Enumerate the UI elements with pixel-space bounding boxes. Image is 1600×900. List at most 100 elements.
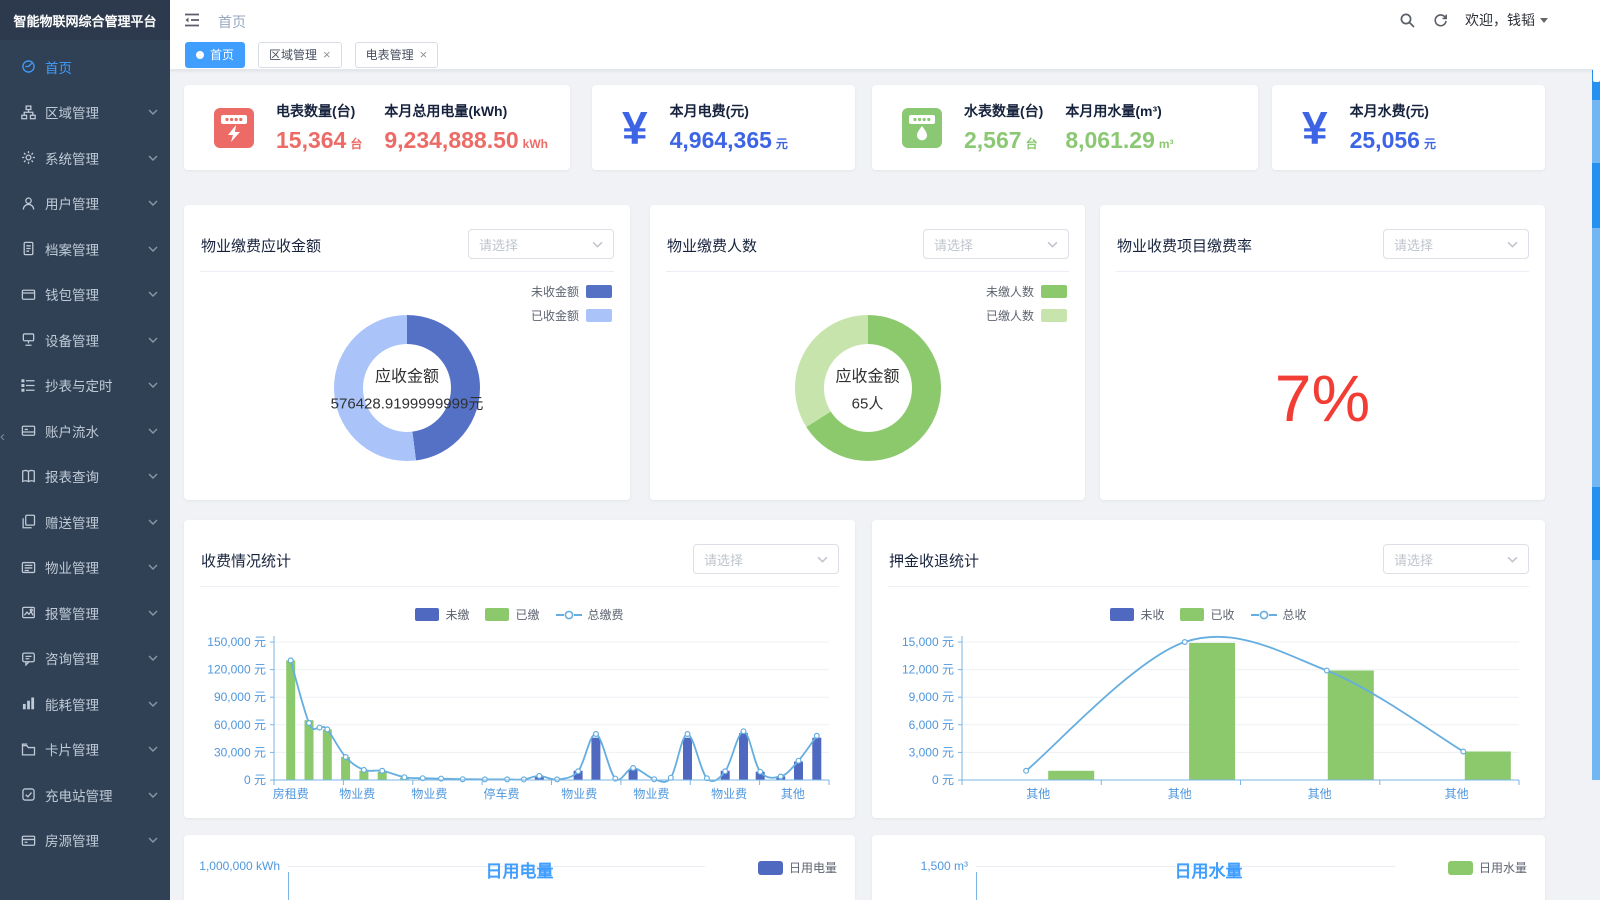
panel-filter-select[interactable]: 请选择 (923, 229, 1069, 259)
sidebar-item-cards[interactable]: 卡片管理 (0, 727, 170, 773)
svg-text:停车费: 停车费 (483, 786, 519, 801)
panel-deposit-stats: 押金收退统计 请选择未收已收 总收 0 元3,000 元6,000 元9,000 元1… (872, 520, 1545, 818)
stat-value: 2,567台 (964, 127, 1043, 154)
legend-item[interactable]: 未收 (1110, 606, 1164, 623)
stat-card-2: 水表数量(台)2,567台本月用水量(m³)8,061.29m³ (872, 85, 1258, 170)
panel-filter-select[interactable]: 请选择 (1383, 229, 1529, 259)
sidebar-item-wallet[interactable]: 钱包管理 (0, 272, 170, 318)
sidebar-item-property[interactable]: 物业管理 (0, 545, 170, 591)
legend-item[interactable]: 未收金额 (531, 283, 612, 300)
legend-item[interactable]: 未缴人数 (986, 283, 1067, 300)
panel-title: 押金收退统计 (889, 550, 979, 571)
sidebar-item-card[interactable]: 账户流水 (0, 408, 170, 454)
legend-label: 总收 (1283, 606, 1307, 623)
legend-item[interactable]: 日用水量 (1448, 859, 1527, 876)
active-tab-dot (196, 51, 204, 59)
chevron-down-icon (148, 246, 158, 252)
legend-item[interactable]: 未缴 (415, 606, 469, 623)
tab-close-icon[interactable]: × (420, 48, 428, 61)
sidebar-item-gear[interactable]: 系统管理 (0, 135, 170, 181)
sidebar-item-users[interactable]: 用户管理 (0, 181, 170, 227)
legend-item[interactable]: 已收 (1180, 606, 1234, 623)
sidebar-item-device[interactable]: 设备管理 (0, 317, 170, 363)
sidebar-item-report[interactable]: 报表查询 (0, 454, 170, 500)
stat-value: 4,964,365元 (670, 127, 788, 154)
legend-item[interactable]: 总缴费 (556, 606, 624, 623)
report-icon (21, 469, 36, 484)
chart-title: 日用水量 (872, 857, 1545, 882)
tab-view-1[interactable]: 区域管理 × (258, 42, 342, 68)
sidebar-toggle-icon[interactable] (182, 10, 202, 30)
tab-label: 首页 (210, 46, 234, 63)
tab-close-icon[interactable]: × (323, 48, 331, 61)
stat-value-unit: kWh (523, 137, 548, 151)
user-menu[interactable]: 欢迎，钱韬 (1465, 10, 1548, 30)
legend-item[interactable]: 已缴人数 (986, 307, 1067, 324)
sidebar-item-alarm[interactable]: 报警管理 (0, 590, 170, 636)
legend-line-icon (1251, 609, 1277, 621)
chevron-down-icon (1540, 18, 1548, 23)
panel-filter-select[interactable]: 请选择 (468, 229, 614, 259)
yuan-icon: ¥ (622, 105, 648, 151)
sidebar-item-label: 用户管理 (45, 193, 148, 213)
scroll-strip-segment (1592, 163, 1600, 228)
stat-value-unit: 台 (1026, 137, 1038, 151)
tab-home[interactable]: 首页 (185, 42, 245, 68)
sidebar-item-gift[interactable]: 赠送管理 (0, 499, 170, 545)
chevron-down-icon (148, 655, 158, 661)
chevron-down-icon (817, 556, 828, 563)
sidebar-item-label: 首页 (45, 57, 158, 77)
app-title: 智能物联网综合管理平台 (0, 0, 170, 40)
sidebar-item-energy[interactable]: 能耗管理 (0, 681, 170, 727)
chevron-down-icon (1047, 241, 1058, 248)
welcome-text: 欢迎，钱韬 (1465, 10, 1535, 30)
doc-icon (21, 241, 36, 256)
sidebar-item-doc[interactable]: 档案管理 (0, 226, 170, 272)
svg-text:90,000 元: 90,000 元 (214, 690, 266, 704)
sidebar-item-house[interactable]: 房源管理 (0, 818, 170, 864)
gear-icon (21, 150, 36, 165)
legend-item[interactable]: 已收金额 (531, 307, 612, 324)
app-root: 智能物联网综合管理平台 首页区域管理系统管理用户管理档案管理钱包管理设备管理抄表… (0, 0, 1600, 900)
cards-icon (21, 742, 36, 757)
sidebar-item-tree[interactable]: 区域管理 (0, 90, 170, 136)
stat-metric: 电表数量(台)15,364台 (276, 101, 362, 154)
stat-label: 电表数量(台) (276, 101, 362, 121)
sidebar-item-message[interactable]: 咨询管理 (0, 636, 170, 682)
tab-label: 区域管理 (269, 46, 317, 63)
legend-item[interactable]: 日用电量 (758, 859, 837, 876)
rate-value: 7% (1100, 360, 1545, 436)
tab-view-2[interactable]: 电表管理× (355, 42, 439, 68)
legend-label: 总缴费 (588, 606, 624, 623)
chevron-down-icon (148, 382, 158, 388)
svg-text:物业费: 物业费 (561, 787, 597, 801)
donut-center-label: 应收金额 (331, 363, 484, 387)
search-icon[interactable] (1399, 12, 1416, 29)
legend-item[interactable]: 总收 (1251, 606, 1307, 623)
legend-label: 已缴人数 (986, 307, 1034, 324)
house-icon (21, 833, 36, 848)
sidebar-item-label: 报警管理 (45, 603, 148, 623)
y-axis-line (288, 872, 289, 900)
sidebar-collapse-handle[interactable]: ‹ (0, 428, 5, 445)
chevron-down-icon (148, 564, 158, 570)
chart-legend: 未缴已缴 总缴费 (184, 606, 855, 623)
legend-swatch (1041, 285, 1067, 298)
stat-label: 本月水费(元) (1350, 101, 1436, 121)
chevron-down-icon (148, 337, 158, 343)
deposit-stats-chart: 0 元3,000 元6,000 元9,000 元12,000 元15,000 元… (888, 628, 1529, 812)
legend-label: 未缴 (445, 606, 469, 623)
main-content: 电表数量(台)15,364台本月总用电量(kWh)9,234,888.50kWh… (170, 70, 1600, 900)
svg-text:3,000 元: 3,000 元 (909, 745, 954, 759)
panel-filter-select[interactable]: 请选择 (1383, 544, 1529, 574)
panel-divider (1116, 271, 1529, 272)
sidebar-item-meterlist[interactable]: 抄表与定时 (0, 363, 170, 409)
sidebar-item-charge[interactable]: 充电站管理 (0, 772, 170, 818)
refresh-icon[interactable] (1432, 12, 1449, 29)
donut-center-label: 应收金额 (835, 363, 899, 387)
sidebar-item-dashboard[interactable]: 首页 (0, 44, 170, 90)
panel-filter-select[interactable]: 请选择 (693, 544, 839, 574)
legend-item[interactable]: 已缴 (485, 606, 539, 623)
legend-label: 未收 (1140, 606, 1164, 623)
alarm-icon (21, 605, 36, 620)
